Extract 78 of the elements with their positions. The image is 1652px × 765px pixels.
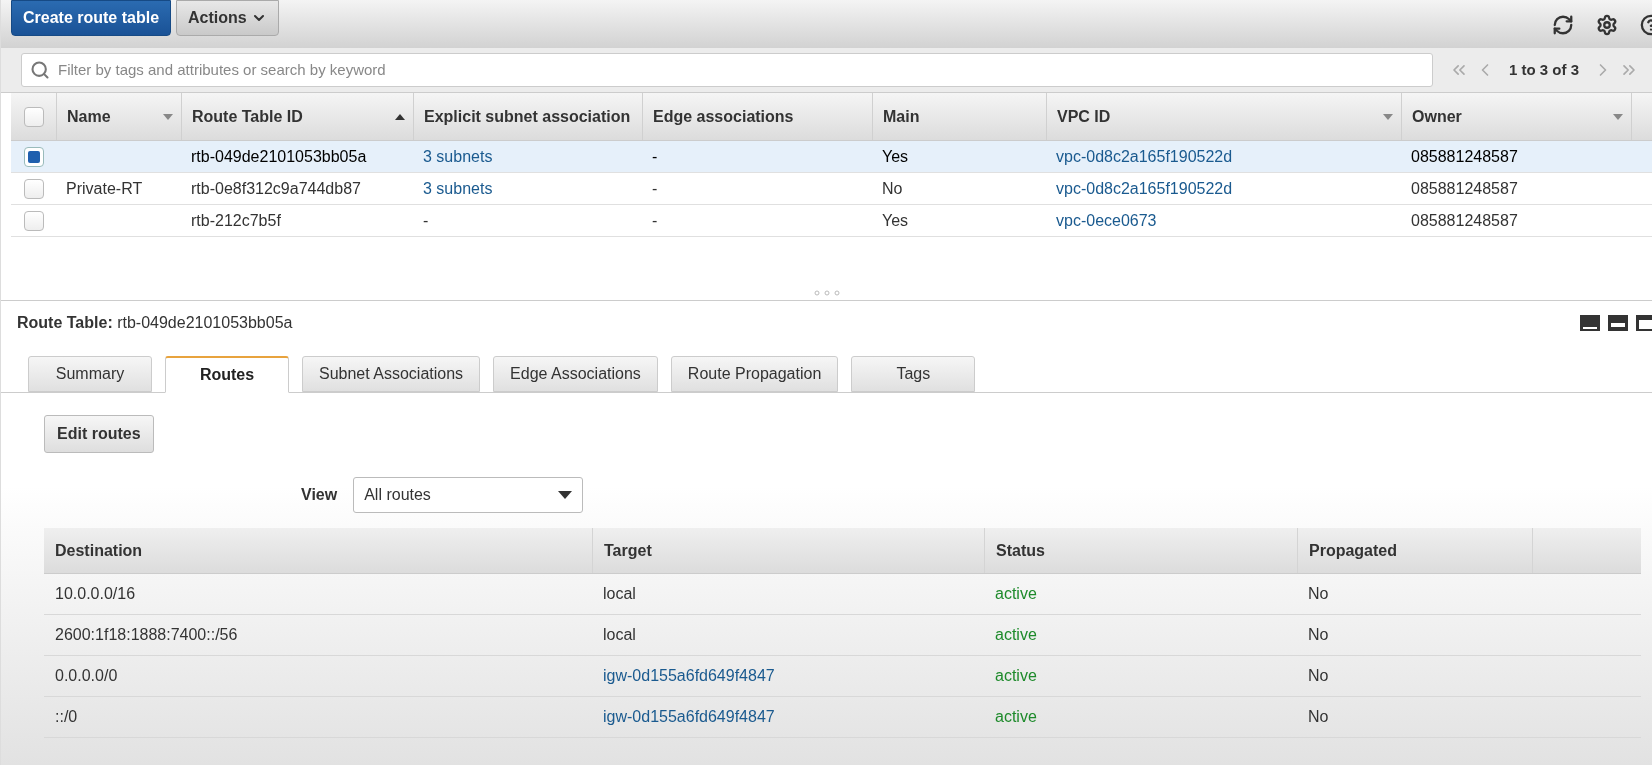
page-range: 1 to 3 of 3 [1509, 59, 1579, 80]
tab[interactable]: Summary [28, 356, 152, 392]
panel-top-icon[interactable] [1636, 315, 1652, 331]
table-cell: - [652, 147, 658, 165]
refresh-icon[interactable] [1552, 14, 1574, 36]
table-cell[interactable]: igw-0d155a6fd649f4847 [603, 708, 775, 725]
table-cell: 10.0.0.0/16 [55, 585, 136, 602]
column-header[interactable]: Main [872, 93, 1046, 140]
table-cell: No [1308, 708, 1329, 725]
table-row[interactable]: rtb-049de2101053bb05a 3 subnets - Yes vpc-0d8c2a165f190522d 085881248587 [11, 141, 1652, 173]
table-cell: active [995, 667, 1037, 684]
panel-bottom-icon[interactable] [1580, 315, 1600, 331]
table-cell: active [995, 708, 1037, 725]
checkbox[interactable] [23, 106, 44, 127]
table-cell: Yes [882, 211, 909, 229]
table-cell[interactable]: igw-0d155a6fd649f4847 [603, 667, 775, 684]
table-cell: Private-RT [66, 179, 143, 197]
caret-icon[interactable] [1613, 113, 1623, 120]
checkbox[interactable] [23, 178, 44, 199]
column-header: Propagated [1309, 540, 1397, 561]
checkbox[interactable] [23, 146, 44, 167]
table-cell: rtb-049de2101053bb05a [191, 147, 367, 165]
table-cell: active [995, 585, 1037, 602]
table-cell: Yes [882, 147, 909, 165]
drag-handle-icon[interactable] [813, 290, 840, 296]
column-header[interactable]: Edge associations [642, 93, 872, 140]
edit-routes-button[interactable]: Edit routes [44, 415, 154, 453]
tab[interactable]: Route Propagation [670, 356, 839, 392]
tab[interactable]: Tags [851, 356, 976, 392]
search-field[interactable]: Filter by tags and attributes or search by keyword [21, 53, 1433, 87]
table-cell: - [652, 211, 658, 229]
column-header[interactable]: Route Table ID [181, 93, 413, 140]
panel-half-icon[interactable] [1608, 315, 1628, 331]
view-dropdown[interactable]: All routes [353, 477, 584, 513]
column-header[interactable]: Explicit subnet association [413, 93, 642, 140]
actions-menu-button[interactable]: Actions [176, 0, 279, 36]
table-cell: 2600:1f18:1888:7400::/56 [55, 626, 238, 643]
settings-icon[interactable] [1596, 14, 1618, 36]
column-header[interactable]: VPC ID [1046, 93, 1401, 140]
route-table-title: Route Table: rtb-049de2101053bb05a [17, 313, 293, 333]
checkbox[interactable] [23, 210, 44, 231]
tab[interactable]: Routes [165, 356, 289, 393]
view-label: View [301, 485, 338, 505]
column-header: Destination [55, 540, 143, 561]
caret-icon [558, 491, 573, 499]
search-input[interactable]: Filter by tags and attributes or search by keyword [58, 58, 1424, 82]
table-cell: No [1308, 667, 1329, 684]
column-header: Status [996, 540, 1045, 561]
table-cell: ::/0 [55, 708, 78, 725]
table-cell[interactable]: vpc-0d8c2a165f190522d [1056, 179, 1233, 197]
table-cell[interactable]: 3 subnets [423, 179, 493, 197]
table-cell[interactable]: vpc-0d8c2a165f190522d [1056, 147, 1233, 165]
table-cell: local [603, 585, 636, 602]
table-cell: rtb-0e8f312c9a744db87 [191, 179, 361, 197]
table-cell: 085881248587 [1411, 211, 1518, 229]
caret-icon[interactable] [1383, 113, 1393, 120]
create-route-table-button[interactable]: Create route table [11, 0, 172, 36]
sort-ascending-icon[interactable] [395, 113, 405, 120]
table-cell: No [1308, 585, 1329, 602]
table-cell: rtb-212c7b5f [191, 211, 281, 229]
caret-icon[interactable] [163, 113, 173, 120]
column-header[interactable]: Owner [1401, 93, 1631, 140]
column-header[interactable]: Name [56, 93, 181, 140]
table-cell: 0.0.0.0/0 [55, 667, 118, 684]
table-cell[interactable]: vpc-0ece0673 [1056, 211, 1157, 229]
table-cell: 085881248587 [1411, 179, 1518, 197]
column-header: Target [604, 540, 652, 561]
search-icon [30, 60, 50, 80]
tab[interactable]: Edge Associations [493, 356, 658, 392]
table-cell[interactable]: 3 subnets [423, 147, 493, 165]
table-cell: No [1308, 626, 1329, 643]
table-cell: 085881248587 [1411, 147, 1518, 165]
table-cell: No [882, 179, 903, 197]
table-cell: - [423, 211, 429, 229]
tab[interactable]: Subnet Associations [302, 356, 481, 392]
table-cell: active [995, 626, 1037, 643]
table-cell: - [652, 179, 658, 197]
table-cell: local [603, 626, 636, 643]
